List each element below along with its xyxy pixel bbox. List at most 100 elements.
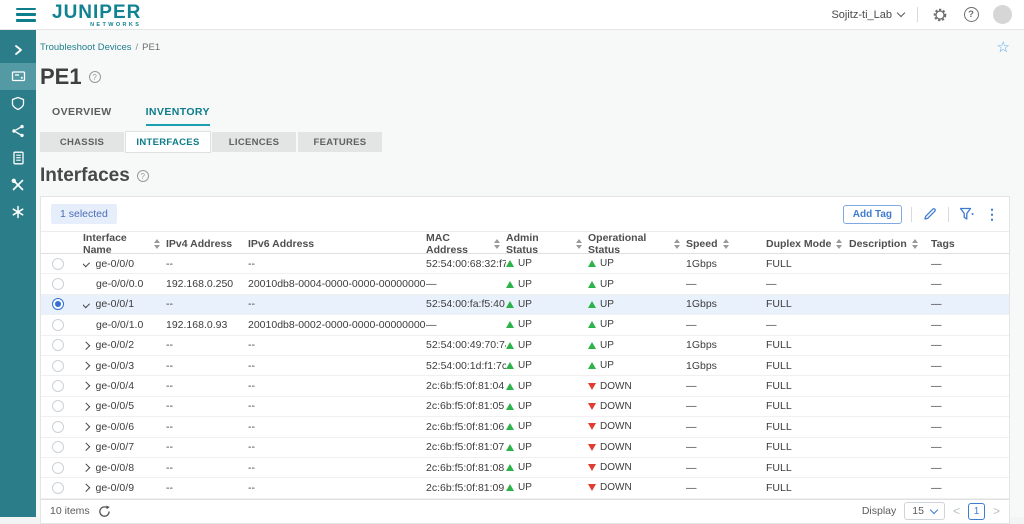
column-header-description[interactable]: Description — [849, 238, 931, 250]
avatar[interactable] — [993, 5, 1012, 24]
row-radio[interactable] — [52, 462, 64, 474]
sort-icon[interactable] — [154, 239, 160, 249]
tab-inventory[interactable]: INVENTORY — [146, 106, 210, 126]
gear-icon[interactable] — [931, 6, 949, 24]
column-header-admin-status[interactable]: Admin Status — [506, 232, 588, 256]
table-row[interactable]: ge-0/0/7----2c:6b:f5:0f:81:07UPDOWN—FULL… — [41, 438, 1009, 458]
table-row[interactable]: ge-0/0/8----2c:6b:f5:0f:81:08UPDOWN—FULL… — [41, 458, 1009, 478]
expand-chevron-icon[interactable] — [83, 382, 90, 390]
column-header-operational-status[interactable]: Operational Status — [588, 232, 686, 256]
account-menu[interactable]: Sojitz-ti_Lab — [831, 9, 904, 21]
table-footer: 10 items Display 15 < 1 > — [41, 499, 1009, 523]
subtab-features[interactable]: FEATURES — [298, 132, 382, 152]
favorite-star-icon[interactable]: ☆ — [997, 40, 1010, 55]
expand-chevron-icon[interactable] — [83, 403, 90, 411]
table-row[interactable]: ge-0/0/6----2c:6b:f5:0f:81:06UPDOWN—FULL… — [41, 417, 1009, 437]
breadcrumb-parent[interactable]: Troubleshoot Devices — [40, 42, 132, 53]
ipv6-cell: -- — [248, 339, 426, 351]
edit-pencil-icon[interactable] — [921, 205, 939, 223]
section-help-icon[interactable]: ? — [137, 170, 149, 182]
subtab-licences[interactable]: LICENCES — [212, 132, 296, 152]
expand-chevron-icon[interactable] — [83, 423, 90, 431]
page-size-select[interactable]: 15 — [904, 502, 945, 520]
kebab-menu-icon[interactable]: ⋮ — [985, 207, 999, 221]
admin-status-cell: UP — [506, 381, 588, 392]
table-row[interactable]: ge-0/0/4----2c:6b:f5:0f:81:04UPDOWN—FULL… — [41, 376, 1009, 396]
filter-icon[interactable] — [958, 205, 976, 223]
next-page-button[interactable]: > — [993, 504, 1000, 518]
expand-chevron-icon[interactable] — [83, 362, 90, 370]
expand-chevron-icon[interactable] — [83, 484, 90, 492]
row-select-cell — [41, 400, 83, 412]
table-row[interactable]: ge-0/0/9----2c:6b:f5:0f:81:09UPDOWN—FULL… — [41, 478, 1009, 498]
subtab-interfaces[interactable]: INTERFACES — [126, 132, 210, 152]
ipv4-cell: -- — [166, 462, 248, 474]
status-up-icon — [588, 301, 596, 308]
table-row[interactable]: ge-0/0/0----52:54:00:68:32:f7UPUP1GbpsFU… — [41, 254, 1009, 274]
table-row[interactable]: ge-0/0/5----2c:6b:f5:0f:81:05UPDOWN—FULL… — [41, 397, 1009, 417]
table-row[interactable]: ge-0/0/3----52:54:00:1d:f1:7cUPUP1GbpsFU… — [41, 356, 1009, 376]
table-row[interactable]: ge-0/0/1----52:54:00:fa:f5:40UPUP1GbpsFU… — [41, 295, 1009, 315]
row-radio[interactable] — [52, 400, 64, 412]
column-header-duplex-mode[interactable]: Duplex Mode — [766, 238, 849, 250]
row-radio[interactable] — [52, 278, 64, 290]
column-header-speed[interactable]: Speed — [686, 238, 766, 250]
subtab-chassis[interactable]: CHASSIS — [40, 132, 124, 152]
column-label: Admin Status — [506, 232, 571, 256]
sidebar-item-reports[interactable] — [0, 144, 36, 171]
tags-cell: — — [931, 360, 1009, 372]
row-radio[interactable] — [52, 360, 64, 372]
current-page-button[interactable]: 1 — [968, 503, 985, 520]
status-text: DOWN — [600, 462, 632, 473]
services-asterisk-icon — [11, 205, 25, 219]
row-radio[interactable] — [52, 421, 64, 433]
expand-chevron-icon[interactable] — [83, 443, 90, 451]
sidebar-item-devices[interactable] — [0, 63, 36, 90]
interface-name: ge-0/0/8 — [96, 462, 135, 474]
expand-chevron-icon[interactable] — [83, 464, 90, 472]
sidebar-item-administration[interactable] — [0, 171, 36, 198]
help-icon[interactable]: ? — [962, 6, 980, 24]
top-bar: JUNIPER NETWORKS Sojitz-ti_Lab ? — [0, 0, 1024, 30]
sidebar-item-security[interactable] — [0, 90, 36, 117]
sidebar-item-network[interactable] — [0, 117, 36, 144]
speed-cell: — — [686, 421, 766, 433]
operational-status-cell: DOWN — [588, 401, 686, 412]
sort-icon[interactable] — [836, 239, 842, 249]
table-body: ge-0/0/0----52:54:00:68:32:f7UPUP1GbpsFU… — [41, 254, 1009, 499]
row-radio[interactable] — [52, 298, 64, 310]
row-radio[interactable] — [52, 319, 64, 331]
row-radio[interactable] — [52, 482, 64, 494]
sort-icon[interactable] — [723, 239, 729, 249]
table-row[interactable]: ge-0/0/1.0192.168.0.9320010db8-0002-0000… — [41, 315, 1009, 335]
row-radio[interactable] — [52, 339, 64, 351]
admin-status-cell: UP — [506, 299, 588, 310]
row-select-cell — [41, 319, 83, 331]
column-header-interface-name[interactable]: Interface Name — [83, 232, 166, 256]
refresh-icon[interactable] — [98, 505, 111, 518]
sidebar-expand-button[interactable] — [0, 36, 36, 63]
speed-cell: — — [686, 482, 766, 494]
page-title-help-icon[interactable]: ? — [89, 71, 101, 83]
row-radio[interactable] — [52, 380, 64, 392]
interfaces-card: 1 selected Add Tag ⋮ Interface NameIPv4 … — [40, 196, 1010, 524]
collapse-chevron-icon[interactable] — [83, 259, 90, 267]
sidebar-item-services[interactable] — [0, 198, 36, 225]
sort-icon[interactable] — [494, 239, 500, 249]
row-select-cell — [41, 380, 83, 392]
sort-icon[interactable] — [576, 239, 582, 249]
table-row[interactable]: ge-0/0/0.0192.168.0.25020010db8-0004-000… — [41, 274, 1009, 294]
status-text: UP — [600, 258, 614, 269]
expand-chevron-icon[interactable] — [83, 341, 90, 349]
sort-icon[interactable] — [674, 239, 680, 249]
row-radio[interactable] — [52, 441, 64, 453]
column-header-mac-address[interactable]: MAC Address — [426, 232, 506, 256]
row-radio[interactable] — [52, 258, 64, 270]
hamburger-icon[interactable] — [16, 8, 36, 22]
prev-page-button[interactable]: < — [953, 504, 960, 518]
tab-overview[interactable]: OVERVIEW — [52, 106, 112, 126]
collapse-chevron-icon[interactable] — [83, 300, 90, 308]
add-tag-button[interactable]: Add Tag — [843, 205, 902, 224]
table-row[interactable]: ge-0/0/2----52:54:00:49:70:74UPUP1GbpsFU… — [41, 336, 1009, 356]
sort-icon[interactable] — [912, 239, 918, 249]
